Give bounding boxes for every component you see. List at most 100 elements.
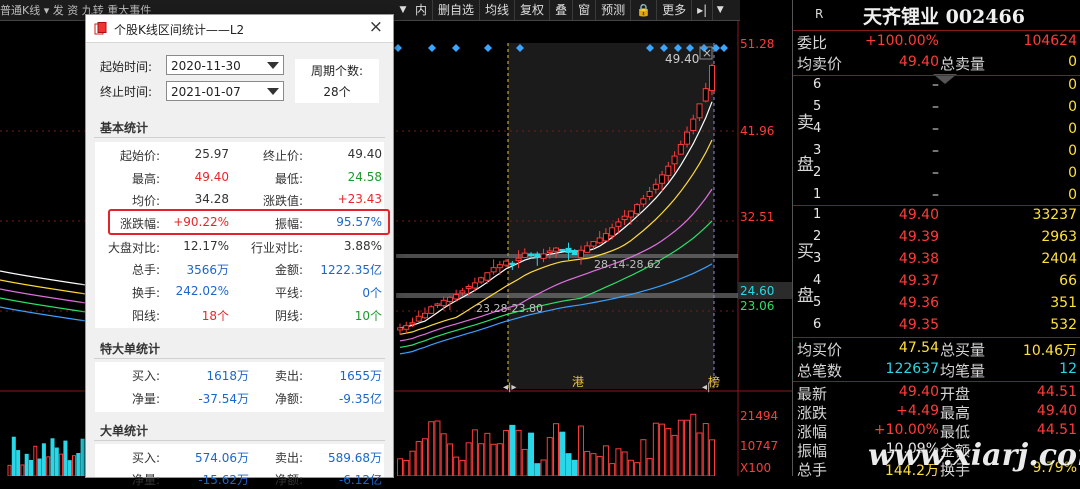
total-buy-value: 10.46万	[1022, 343, 1077, 359]
chevron-down-icon[interactable]	[267, 88, 279, 95]
watermark: www.xiarj.com	[868, 438, 1080, 473]
chg-value: +4.49	[896, 403, 939, 419]
volume-bar	[41, 443, 46, 477]
order-volume: 0	[1068, 99, 1077, 115]
range-annotation-2: 23.28-23.80	[476, 302, 543, 315]
super-buy-label: 买入:	[131, 369, 160, 383]
total-orders-value: 122637	[885, 361, 939, 377]
pin-icon[interactable]: ▸|	[692, 0, 714, 20]
quote-panel: R 天齐锂业 002466 委比 +100.00% 104624 均卖价 49.…	[792, 0, 1080, 479]
order-price: 49.38	[898, 251, 939, 267]
super-netamt-value: -9.35亿	[338, 392, 382, 406]
candle-body	[528, 253, 535, 256]
webi-value: +100.00%	[864, 33, 939, 49]
volume-label-unit: X100	[740, 461, 771, 475]
flat-value: 0个	[362, 286, 382, 300]
high-value: 49.40	[1036, 403, 1077, 419]
large-net-value: -15.62万	[198, 473, 249, 487]
start-time-label: 起始时间:	[100, 60, 153, 74]
current-price-label: 24.60	[740, 284, 774, 298]
candle-body	[453, 293, 460, 300]
webi-diff: 104624	[1023, 33, 1077, 49]
toolbar-btn-nei[interactable]: 内	[410, 0, 434, 20]
volume-bar	[540, 459, 547, 477]
toolbar-btn-window[interactable]: 窗	[573, 0, 597, 20]
volume-bar	[397, 458, 403, 477]
volume-bar	[596, 456, 603, 477]
volume-label-max: 21494	[740, 409, 778, 423]
range-stats-dialog[interactable]: 个股K线区间统计——L2 × 起始时间: 2020-11-30 终止时间: 20…	[85, 14, 394, 487]
toolbar-btn-overlay[interactable]: 叠	[550, 0, 574, 20]
candle-body	[640, 198, 647, 205]
event-diamond[interactable]	[428, 44, 436, 52]
volume-bar	[640, 439, 647, 477]
volume-bar	[503, 430, 510, 477]
period-count-label: 周期个数:	[310, 64, 364, 78]
candle-body	[615, 221, 622, 227]
high-label: 最高	[940, 404, 971, 422]
start-date-picker[interactable]: 2020-11-30	[166, 55, 284, 75]
candle-body	[434, 303, 441, 306]
order-level: 6	[813, 77, 822, 92]
total-sell-value: 0	[1068, 54, 1077, 70]
avg-price-label: 均价:	[131, 194, 160, 208]
event-diamond[interactable]	[720, 44, 728, 52]
close-icon[interactable]: ×	[369, 17, 383, 37]
end-time-label: 终止时间:	[100, 85, 153, 99]
toolbar-btn-more[interactable]: 更多	[657, 0, 693, 20]
order-level: 5	[813, 295, 822, 310]
toolbar-btn-delete-watchlist[interactable]: 删自选	[433, 0, 481, 20]
market-compare-label: 大盘对比:	[107, 241, 160, 255]
volume-bar	[515, 429, 522, 477]
toolbar-btn-adjust[interactable]: 复权	[515, 0, 551, 20]
lock-icon[interactable]: 🔒	[631, 0, 658, 20]
period-count-box: 周期个数: 28个	[295, 59, 379, 103]
toolbar-btn-predict[interactable]: 预测	[596, 0, 632, 20]
toolbar-dropdown-icon[interactable]: ▼	[396, 0, 410, 20]
event-diamond[interactable]	[452, 44, 460, 52]
yin-value: 10个	[354, 309, 382, 323]
toolbar-btn-ma[interactable]: 均线	[480, 0, 516, 20]
volume-bar	[446, 443, 453, 477]
stat-row: 均价: 34.28 涨跌值: +23.43	[86, 192, 393, 210]
order-level: 4	[813, 273, 822, 288]
period-count-value: 28个	[323, 85, 351, 99]
event-diamond[interactable]	[394, 44, 402, 52]
volume-bar	[428, 421, 435, 477]
volume-bar	[72, 455, 76, 477]
volume-bar	[534, 463, 541, 477]
volume-bar	[80, 438, 85, 477]
price-label: 23.06	[740, 299, 774, 313]
candle-body	[665, 165, 672, 176]
volume-bar	[627, 459, 634, 477]
sell-side-label-2: 盘	[797, 155, 814, 175]
super-net-value: -37.54万	[198, 392, 249, 406]
total-volume-value: 3566万	[186, 263, 229, 277]
buy-side-label-2: 盘	[797, 286, 814, 306]
toolbar-more-dropdown-icon[interactable]: ▼	[713, 0, 727, 20]
r-badge: R	[815, 7, 824, 21]
candle-body	[465, 286, 472, 289]
super-buy-value: 1618万	[206, 369, 249, 383]
avg-price-value: 34.28	[194, 192, 229, 206]
order-level: 2	[813, 229, 822, 244]
price-label: 41.96	[740, 124, 774, 138]
volume-bar	[521, 448, 528, 477]
end-date-picker[interactable]: 2021-01-07	[166, 81, 284, 101]
volume-bar	[54, 447, 59, 477]
basic-stats-title: 基本统计	[100, 121, 149, 135]
volume-bar	[459, 459, 466, 477]
chevron-down-icon[interactable]	[267, 62, 279, 69]
candle-body	[609, 227, 616, 237]
range-handle-right[interactable]: ◂|	[702, 382, 710, 393]
order-price: 49.35	[898, 317, 939, 333]
hand-label: 总手	[797, 461, 828, 479]
order-volume: 0	[1068, 77, 1077, 93]
range-handle-left[interactable]: ◂|▸	[503, 382, 516, 393]
candle-body	[559, 248, 566, 252]
dialog-title-bar[interactable]: 个股K线区间统计——L2 ×	[86, 15, 393, 43]
volume-bar	[546, 437, 553, 477]
event-diamond[interactable]	[484, 44, 492, 52]
order-level: 3	[813, 251, 822, 266]
industry-compare-value: 3.88%	[343, 239, 382, 253]
